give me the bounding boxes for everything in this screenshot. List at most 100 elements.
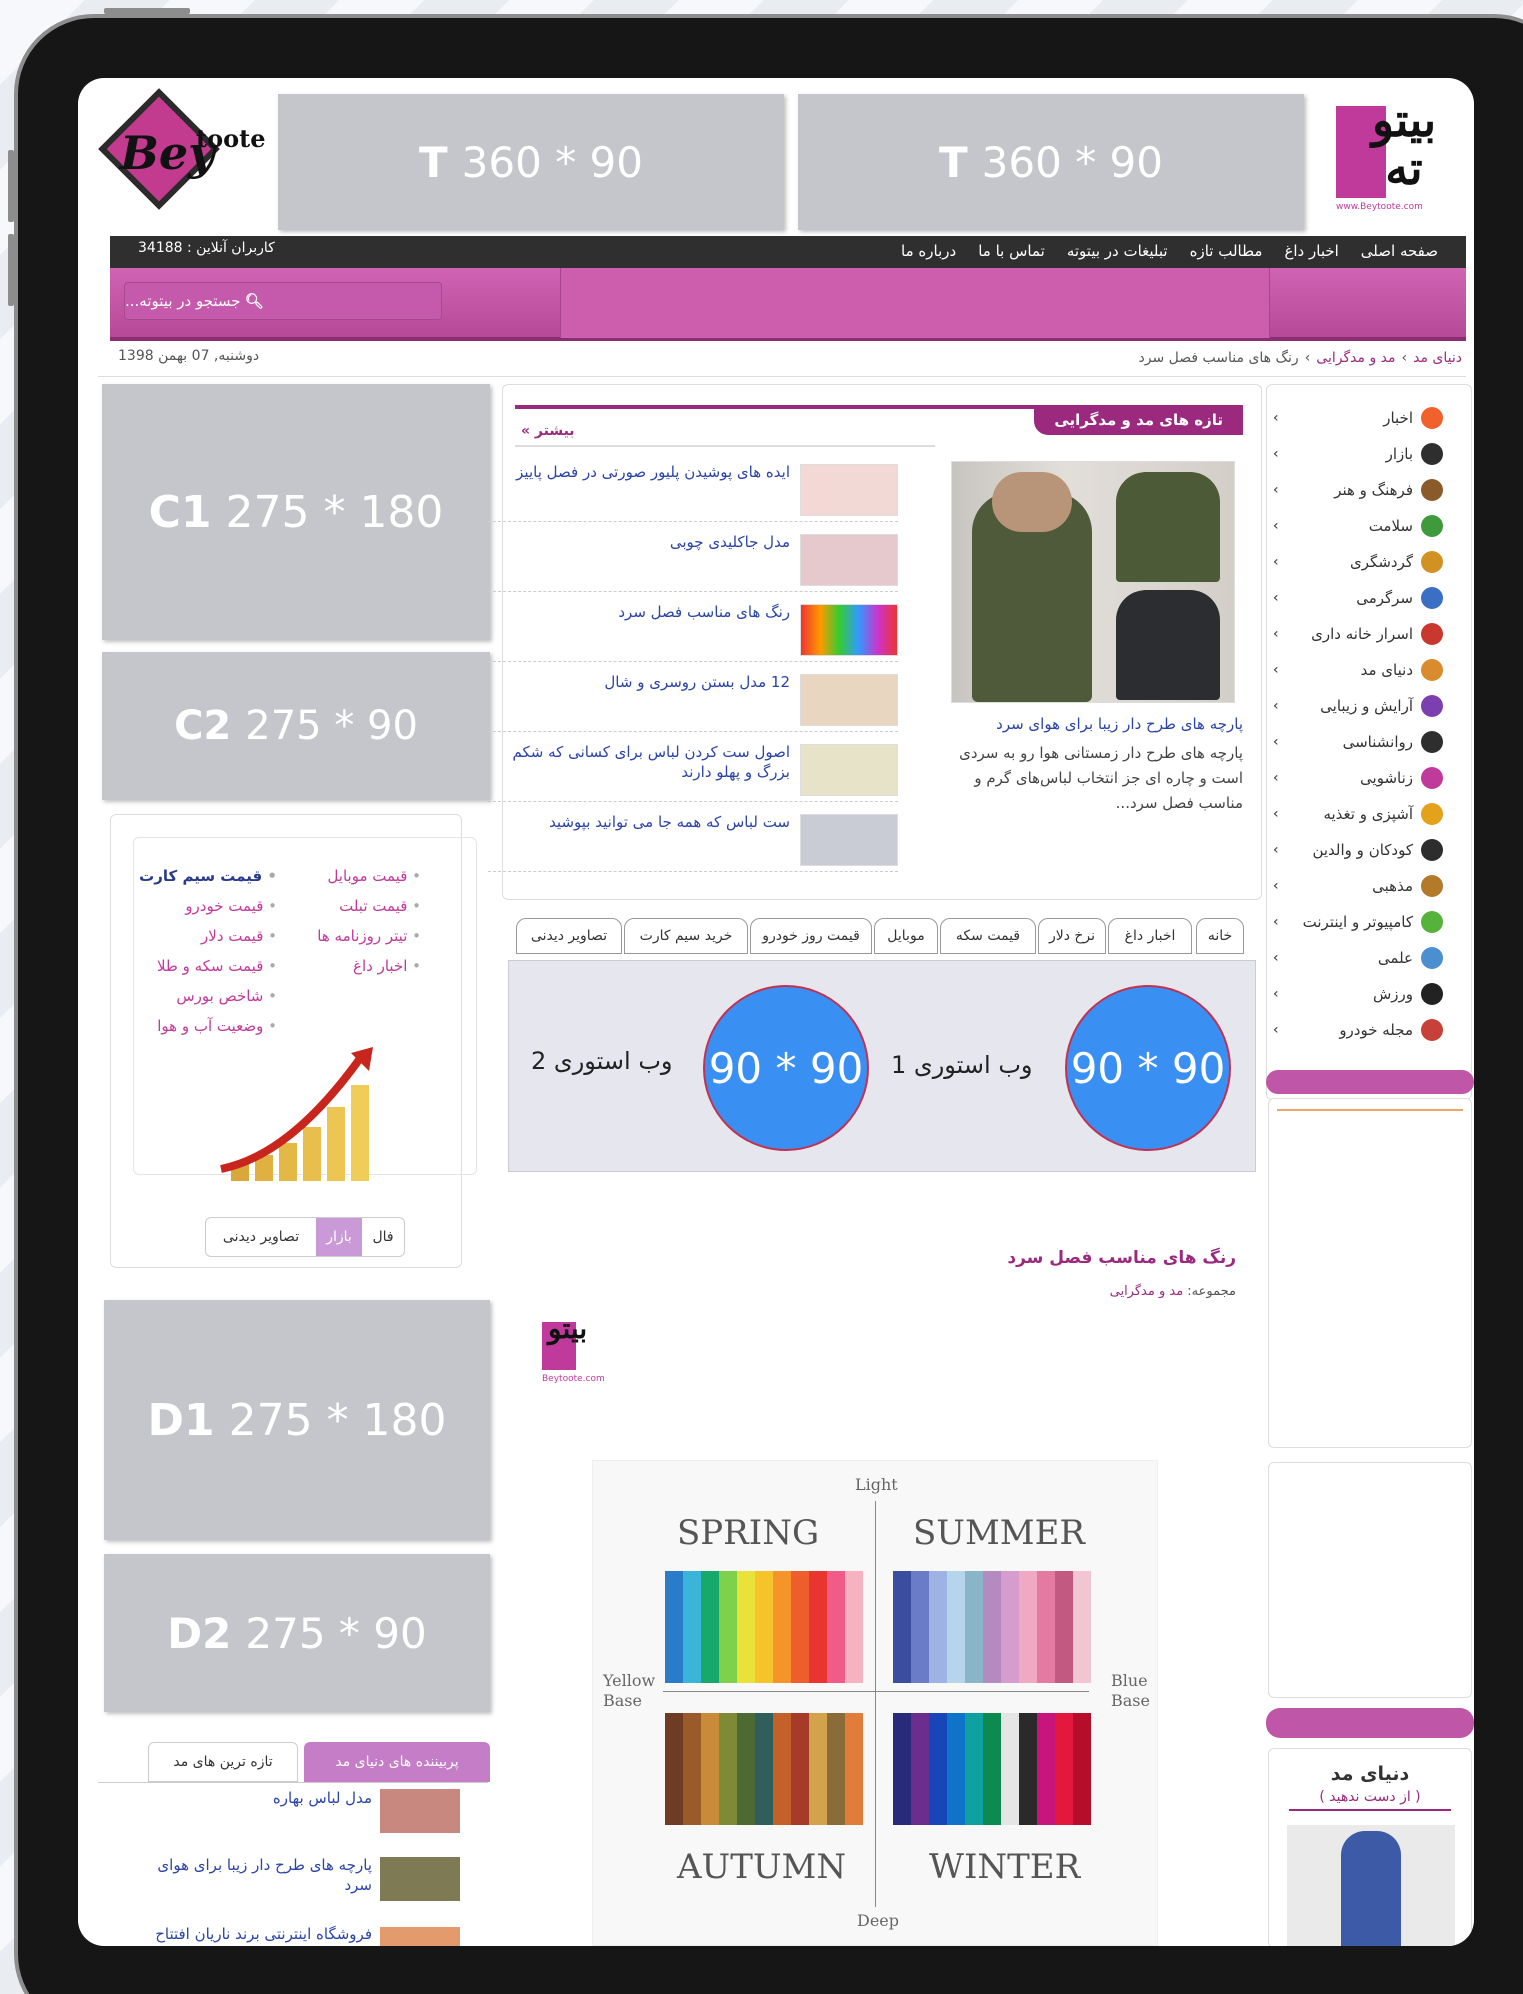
sidebar-category[interactable]: مجله خودرو ‹ [1265,1013,1443,1047]
sidebar-category[interactable]: آرایش و زیبایی ‹ [1265,689,1443,723]
nav-about[interactable]: درباره ما [901,242,956,260]
sidebar-category[interactable]: گردشگری ‹ [1265,545,1443,579]
ad-size: 275 * 180 [225,486,444,538]
market-link-newspaper[interactable]: تیتر روزنامه ها [317,927,421,945]
sidebar-category[interactable]: اخبار ‹ [1265,401,1443,435]
latest-item[interactable]: مدل لباس بهاره [132,1789,372,1807]
sidebar-category[interactable]: روانشناسی ‹ [1265,725,1443,759]
banner-letter: T [419,137,448,187]
sidebar-category[interactable]: ورزش ‹ [1265,977,1443,1011]
ad-size: 275 * 90 [245,1608,427,1658]
category-label: کامپیوتر و اینترنت [1302,913,1413,931]
latest-list: مدل لباس بهاره پارچه های طرح دار زیبا بر… [98,1782,488,1946]
market-link-coin[interactable]: قیمت سکه و طلا [157,957,277,975]
growth-chart-icon [220,1047,373,1181]
sidebar-category[interactable]: سرگرمی ‹ [1265,581,1443,615]
sidebar-category[interactable]: علمی ‹ [1265,941,1443,975]
latest-item[interactable]: پارچه های طرح دار زیبا برای هوای سرد [132,1855,372,1895]
news-item[interactable]: ست لباس که همه جا می توانید بپوشید [488,810,898,872]
market-link-tablet[interactable]: قیمت تبلت [339,897,421,915]
color-swatch [737,1571,755,1683]
header-banner-2[interactable]: T 360 * 90 [798,94,1304,230]
ad-size: 275 * 180 [228,1394,447,1446]
category-link[interactable]: مد و مدگرایی [1110,1284,1184,1299]
category-label: روانشناسی [1342,733,1413,751]
news-title[interactable]: رنگ های مناسب فصل سرد [490,602,790,622]
promo-image[interactable] [1287,1825,1455,1946]
nav-home[interactable]: صفحه اصلی [1361,242,1438,260]
news-item[interactable]: 12 مدل بستن روسری و شال [488,670,898,732]
news-title[interactable]: مدل جاکلیدی چوبی [490,532,790,552]
breadcrumb-home[interactable]: دنیای مد [1413,350,1462,366]
market-link-hot-news[interactable]: اخبار داغ [353,957,421,975]
color-swatch [1055,1571,1073,1683]
market-link-simcard[interactable]: قیمت سیم کارت [139,867,277,885]
news-item[interactable]: اصول ست کردن لباس برای کسانی که شکم بزرگ… [488,740,898,802]
search-input[interactable]: 🔍︎ جستجو در بیتوته... [124,282,442,320]
tab-most-viewed[interactable]: پربیننده های دنیای مد [304,1742,490,1782]
category-icon [1421,767,1443,789]
tab-pictures[interactable]: تصاویر دیدنی [516,918,622,954]
sidebar-category[interactable]: زناشویی ‹ [1265,761,1443,795]
tab-home[interactable]: خانه [1196,918,1244,954]
news-title[interactable]: اصول ست کردن لباس برای کسانی که شکم بزرگ… [490,742,790,782]
market-link-car[interactable]: قیمت خودرو [185,897,277,915]
news-item[interactable]: ایده های پوشیدن پلیور صورتی در فصل پاییز [488,460,898,522]
thumb [800,604,898,656]
thumb [800,534,898,586]
webstory-circle-2[interactable]: 90 * 90 [703,985,869,1151]
category-label: اخبار [1383,409,1413,427]
ad-c1[interactable]: C1 275 * 180 [102,384,490,640]
market-link-mobile[interactable]: قیمت موبایل [327,867,421,885]
color-swatch [665,1713,683,1825]
tab-newest[interactable]: تازه ترین های مد [148,1742,298,1782]
featured-title[interactable]: پارچه های طرح دار زیبا برای هوای سرد [959,715,1243,733]
webstory-label-2[interactable]: وب استوری 2 [531,1047,673,1075]
sidebar-category[interactable]: سلامت ‹ [1265,509,1443,543]
sidebar-category[interactable]: اسرار خانه داری ‹ [1265,617,1443,651]
tab-dollar[interactable]: نرخ دلار [1038,918,1106,954]
tab-pictures[interactable]: تصاویر دیدنی [206,1218,316,1256]
header-banner-1[interactable]: T 360 * 90 [278,94,784,230]
sidebar-category[interactable]: مذهبی ‹ [1265,869,1443,903]
tab-car-price[interactable]: قیمت روز خودرو [750,918,872,954]
sidebar-category[interactable]: کودکان و والدین ‹ [1265,833,1443,867]
site-logo-left[interactable]: Bey toote [98,88,278,210]
ad-d2[interactable]: D2 275 * 90 [104,1554,490,1712]
sidebar-category[interactable]: دنیای مد ‹ [1265,653,1443,687]
nav-contact[interactable]: تماس با ما [978,242,1045,260]
tab-fal[interactable]: فال [362,1218,404,1256]
tab-hot-news[interactable]: اخبار داغ [1108,918,1192,954]
webstory-label-1[interactable]: وب استوری 1 [891,1051,1033,1079]
ad-d1[interactable]: D1 275 * 180 [104,1300,490,1540]
latest-item[interactable]: فروشگاه اینترنتی برند ناریان افتتاح [112,1925,372,1943]
featured-image[interactable] [951,461,1235,703]
breadcrumb-section[interactable]: مد و مدگرایی [1316,350,1395,366]
ad-c2[interactable]: C2 275 * 90 [102,652,490,800]
nav-advertising[interactable]: تبلیغات در بیتوته [1067,242,1168,260]
sidebar-header-bar [1266,1070,1474,1094]
sidebar-category[interactable]: آشپزی و تغذیه ‹ [1265,797,1443,831]
market-link-dollar[interactable]: قیمت دلار [201,927,277,945]
news-title[interactable]: ایده های پوشیدن پلیور صورتی در فصل پاییز [490,462,790,482]
sidebar-category[interactable]: فرهنگ و هنر ‹ [1265,473,1443,507]
site-logo-right[interactable]: بیتو ته www.Beytoote.com [1328,90,1460,220]
search-icon[interactable]: 🔍︎ [245,292,264,310]
tab-simcard[interactable]: خرید سیم کارت [624,918,748,954]
news-item[interactable]: رنگ های مناسب فصل سرد [488,600,898,662]
market-link-weather[interactable]: وضعیت آب و هوا [157,1017,277,1035]
webstory-circle-1[interactable]: 90 * 90 [1065,985,1231,1151]
tab-bazaar[interactable]: بازار [316,1218,362,1256]
news-title[interactable]: 12 مدل بستن روسری و شال [490,672,790,692]
tab-coin[interactable]: قیمت سکه [940,918,1036,954]
tab-mobile[interactable]: موبایل [874,918,938,954]
news-item[interactable]: مدل جاکلیدی چوبی [488,530,898,592]
sidebar-category[interactable]: کامپیوتر و اینترنت ‹ [1265,905,1443,939]
more-link[interactable]: بیشتر » [521,423,575,439]
nav-new-posts[interactable]: مطالب تازه [1190,242,1263,260]
nav-hot-news[interactable]: اخبار داغ [1284,242,1338,260]
fashion-promo[interactable]: دنیای مد ( از دست ندهید ) [1268,1748,1472,1946]
market-link-stock[interactable]: شاخص بورس [176,987,277,1005]
news-title[interactable]: ست لباس که همه جا می توانید بپوشید [490,812,790,832]
sidebar-category[interactable]: بازار ‹ [1265,437,1443,471]
